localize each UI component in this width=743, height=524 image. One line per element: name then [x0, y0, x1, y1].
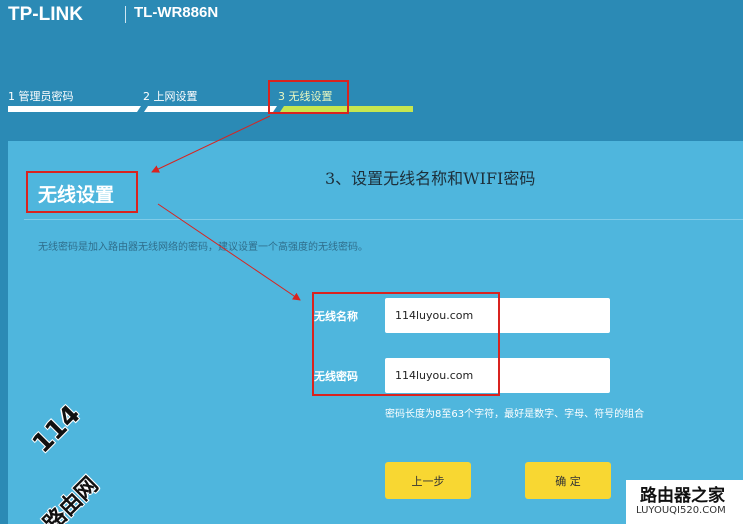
corner-watermark-url: LUYOUQI520.COM	[636, 505, 726, 516]
annotation-instruction: 3、设置无线名称和WIFI密码	[325, 169, 536, 188]
step-internet-setup: 2 上网设置	[143, 90, 198, 103]
annotation-box-title	[26, 171, 138, 213]
annotation-box-fields	[312, 292, 500, 396]
password-hint: 密码长度为8至63个字符，最好是数字、字母、符号的组合	[385, 409, 645, 420]
header-separator	[125, 6, 126, 23]
router-model: TL-WR886N	[134, 4, 219, 21]
section-description: 无线密码是加入路由器无线网络的密码，建议设置一个高强度的无线密码。	[38, 242, 368, 253]
annotation-box-step3	[268, 80, 349, 114]
step-progress-2	[144, 106, 277, 112]
corner-watermark-title: 路由器之家	[640, 486, 725, 506]
tp-link-logo: TP-LINK	[8, 4, 83, 25]
section-divider	[24, 219, 743, 220]
confirm-button[interactable]: 确 定	[525, 462, 611, 499]
step-progress-1	[8, 106, 141, 112]
header-bar: TP-LINK TL-WR886N 1 管理员密码 2 上网设置 3 无线设置	[0, 0, 743, 140]
step-admin-password: 1 管理员密码	[8, 90, 74, 103]
left-strip	[0, 141, 8, 524]
prev-step-button[interactable]: 上一步	[385, 462, 471, 499]
